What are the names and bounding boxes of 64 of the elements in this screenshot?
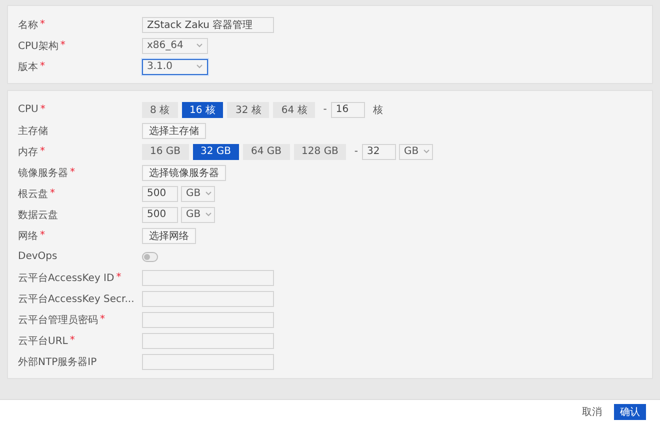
text-field[interactable]	[142, 332, 274, 348]
caret-icon	[204, 212, 212, 217]
range-dash: -	[323, 104, 327, 115]
select-button[interactable]: 选择主存储	[142, 122, 206, 138]
required-mark: *	[40, 230, 45, 241]
field-label: 名称	[18, 18, 38, 32]
text-field[interactable]	[142, 354, 274, 370]
required-mark: *	[40, 146, 45, 157]
unit-select[interactable]: GB	[181, 206, 215, 222]
option-tab[interactable]: 64 GB	[243, 144, 290, 160]
select-button[interactable]: 选择网络	[142, 228, 196, 244]
caret-icon	[196, 64, 203, 69]
range-dash: -	[354, 146, 358, 157]
size-field[interactable]: 500	[142, 186, 178, 202]
field-label: 内存	[18, 146, 38, 158]
required-mark: *	[70, 335, 75, 346]
select-button[interactable]: 选择镜像服务器	[142, 164, 226, 180]
option-tab[interactable]: 16 GB	[142, 144, 189, 160]
cancel-button[interactable]: 取消	[576, 404, 608, 420]
option-tab[interactable]: 32 GB	[192, 144, 240, 160]
field-label: 根云盘	[18, 188, 48, 200]
text-field[interactable]	[142, 270, 274, 286]
field-label: 云平台AccessKey Secr...	[18, 292, 134, 306]
text-field[interactable]: ZStack Zaku 容器管理	[142, 16, 274, 32]
confirm-button[interactable]: 确认	[614, 404, 646, 420]
caret-icon	[196, 43, 203, 48]
field-label: 数据云盘	[18, 208, 58, 222]
required-mark: *	[50, 188, 55, 199]
required-mark: *	[40, 19, 45, 30]
field-label: 云平台管理员密码	[18, 314, 98, 326]
field-label: 主存储	[18, 124, 48, 138]
field-label: CPU架构	[18, 40, 58, 52]
select-field[interactable]: x86_64	[142, 38, 208, 54]
option-tab[interactable]: 128 GB	[294, 144, 346, 160]
field-label: 外部NTP服务器IP	[18, 356, 97, 368]
option-tab[interactable]: 8 核	[142, 102, 178, 118]
text-field[interactable]	[142, 312, 274, 328]
field-label: DevOps	[18, 251, 58, 262]
number-field[interactable]: 32	[362, 144, 396, 160]
field-label: 云平台AccessKey ID	[18, 272, 114, 284]
unit-select[interactable]: GB	[181, 186, 215, 202]
option-tab[interactable]: 16 核	[182, 102, 224, 118]
option-tab[interactable]: 64 核	[273, 102, 316, 118]
number-field[interactable]: 16	[330, 102, 365, 118]
required-mark: *	[70, 167, 75, 178]
required-mark: *	[40, 104, 46, 115]
field-label: 网络	[18, 230, 38, 242]
field-label: 镜像服务器	[18, 166, 68, 180]
select-field[interactable]: 3.1.0	[142, 58, 208, 74]
unit-select[interactable]: GB	[399, 144, 434, 160]
required-mark: *	[116, 272, 122, 283]
required-mark: *	[60, 40, 66, 51]
text-field[interactable]	[142, 290, 274, 306]
option-tab[interactable]: 32 核	[227, 102, 270, 118]
caret-icon	[422, 149, 430, 154]
unit-label: 核	[372, 104, 383, 116]
field-label: CPU	[18, 104, 38, 115]
toggle-switch[interactable]	[142, 252, 158, 262]
caret-icon	[204, 191, 212, 196]
size-field[interactable]: 500	[142, 206, 178, 222]
field-label: 云平台URL	[18, 334, 68, 348]
required-mark: *	[100, 314, 105, 325]
field-label: 版本	[18, 60, 38, 74]
required-mark: *	[40, 61, 45, 72]
